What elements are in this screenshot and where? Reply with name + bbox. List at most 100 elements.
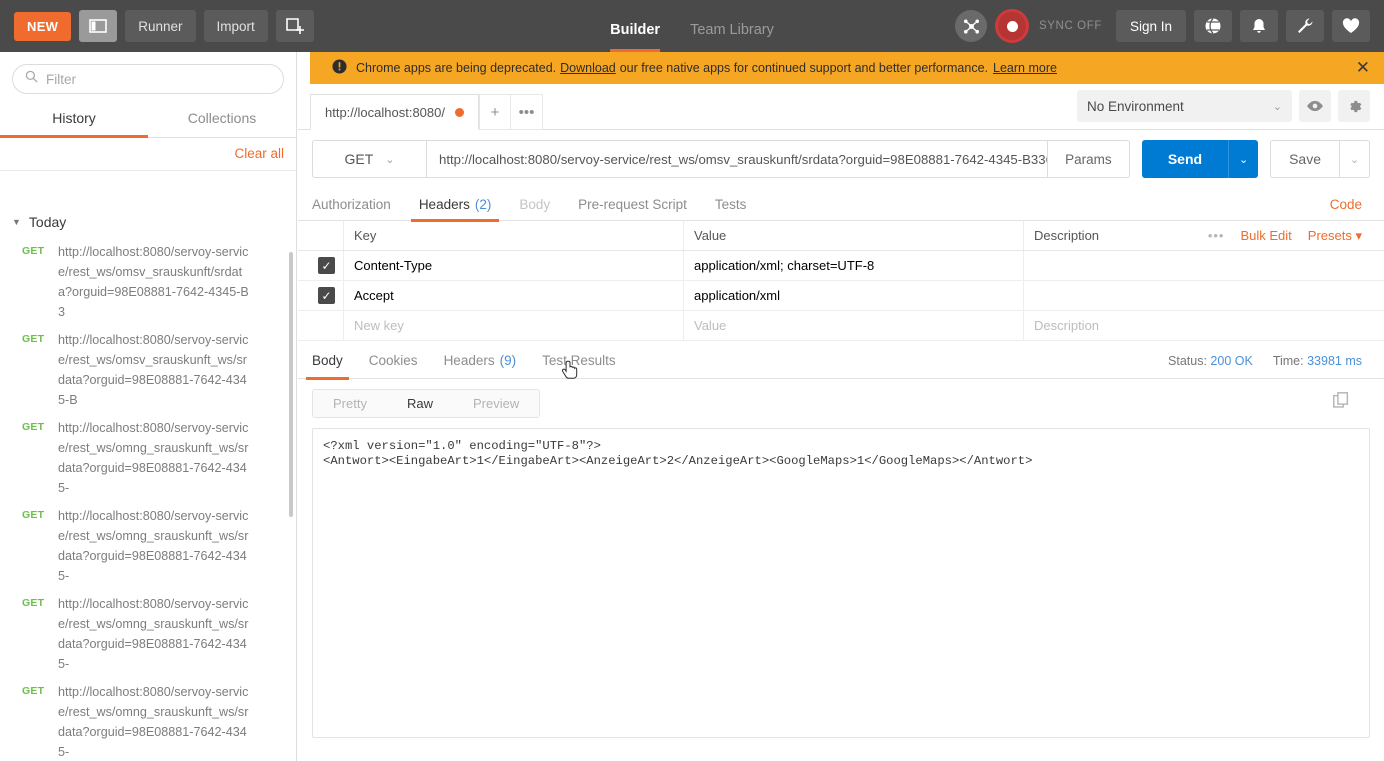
sync-status-icon[interactable]	[995, 9, 1030, 43]
import-button[interactable]: Import	[203, 10, 268, 42]
request-tab-strip: http://localhost:8080/ + ••• No Environm…	[298, 84, 1384, 130]
alert-icon	[332, 59, 347, 77]
history-list-item[interactable]: GET http://localhost:8080/servoy-service/…	[0, 414, 296, 502]
method-label: GET	[344, 151, 374, 167]
send-options-chevron-down-icon[interactable]: ⌄	[1228, 140, 1259, 178]
header-description[interactable]	[1024, 281, 1384, 310]
app-header: NEW Runner Import Builder Team Library S…	[0, 0, 1384, 52]
history-list-item[interactable]: GET http://localhost:8080/servoy-service/…	[0, 590, 296, 678]
headers-tools: ••• Bulk Edit Presets ▾	[1208, 228, 1384, 244]
plus-icon[interactable]: +	[478, 94, 511, 130]
banner-learn-more-link[interactable]: Learn more	[993, 61, 1057, 75]
chevron-down-icon[interactable]: ▼	[12, 217, 21, 227]
header-new-row[interactable]: New key Value Description	[298, 311, 1384, 341]
history-item-method: GET	[22, 421, 45, 433]
history-list-item[interactable]: GET http://localhost:8080/servoy-service/…	[0, 238, 296, 326]
new-header-value-input[interactable]: Value	[684, 311, 1024, 340]
response-tab-count: (9)	[499, 353, 517, 368]
history-list[interactable]: ▼ Today GET http://localhost:8080/servoy-…	[0, 204, 296, 761]
network-icon[interactable]	[955, 10, 988, 42]
request-tab[interactable]: http://localhost:8080/	[310, 94, 479, 130]
new-header-key-input[interactable]: New key	[344, 311, 684, 340]
tab-team-library[interactable]: Team Library	[690, 22, 774, 52]
sync-status-label: SYNC OFF	[1039, 20, 1102, 32]
save-options-chevron-down-icon[interactable]: ⌄	[1340, 140, 1370, 178]
ellipsis-icon[interactable]: •••	[510, 94, 543, 130]
header-value[interactable]: application/xml	[684, 281, 1024, 310]
response-tab-label: Test Results	[542, 353, 616, 368]
response-tab-headers[interactable]: Headers (9)	[444, 343, 517, 379]
time-indicator: Time: 33981 ms	[1273, 354, 1362, 368]
bell-icon[interactable]	[1240, 10, 1278, 42]
header-key[interactable]: Accept	[344, 281, 684, 310]
tab-builder[interactable]: Builder	[610, 22, 660, 52]
method-select[interactable]: GET ⌄	[312, 140, 427, 178]
request-subtab-headers[interactable]: Headers (2)	[410, 188, 499, 222]
subtab-label: Authorization	[312, 196, 391, 212]
sidebar-scrollbar[interactable]	[289, 252, 293, 517]
copy-icon[interactable]	[1333, 392, 1350, 415]
presets-button[interactable]: Presets ▾	[1308, 228, 1362, 244]
bulk-edit-button[interactable]: Bulk Edit	[1240, 228, 1291, 243]
header-row-checkbox[interactable]: ✓	[318, 257, 335, 274]
url-bar: GET ⌄ http://localhost:8080/servoy-servi…	[298, 130, 1384, 188]
new-window-icon[interactable]	[275, 10, 314, 42]
eye-icon[interactable]	[1299, 90, 1331, 122]
response-body-container[interactable]: <?xml version="1.0" encoding="UTF-8"?> <…	[312, 428, 1370, 738]
format-toggle-group: Pretty Raw Preview	[312, 389, 541, 418]
header-row[interactable]: ✓ Accept application/xml	[298, 281, 1384, 311]
gear-icon[interactable]	[1338, 90, 1370, 122]
header-row[interactable]: ✓ Content-Type application/xml; charset=UT…	[298, 251, 1384, 281]
subtab-label: Headers	[418, 196, 470, 212]
send-button[interactable]: Send	[1141, 140, 1229, 178]
history-list-item[interactable]: GET http://localhost:8080/servoy-service/…	[0, 678, 296, 761]
format-pretty[interactable]: Pretty	[313, 390, 387, 417]
request-subtab-authorization[interactable]: Authorization	[312, 188, 391, 221]
sidebar-tab-collections[interactable]: Collections	[148, 100, 296, 137]
request-subtab-pre-request-script[interactable]: Pre-request Script	[578, 188, 687, 221]
response-tab-test-results[interactable]: Test Results	[542, 343, 616, 379]
header-key[interactable]: Content-Type	[344, 251, 684, 280]
sign-in-button[interactable]: Sign In	[1115, 10, 1186, 42]
format-raw[interactable]: Raw	[386, 390, 453, 417]
time-label: Time:	[1272, 353, 1304, 368]
history-group-today[interactable]: ▼ Today	[0, 204, 296, 238]
status-indicator: Status: 200 OK	[1168, 354, 1253, 368]
ellipsis-icon[interactable]: •••	[1208, 228, 1225, 243]
unsaved-dot-icon	[454, 107, 464, 117]
environment-select[interactable]: No Environment ⌄	[1077, 90, 1292, 122]
headers-table-header: Key Value Description ••• Bulk Edit Pres…	[298, 221, 1384, 251]
history-list-item[interactable]: GET http://localhost:8080/servoy-service/…	[0, 326, 296, 414]
history-item-method: GET	[22, 333, 45, 345]
new-button[interactable]: NEW	[14, 11, 72, 41]
header-value[interactable]: application/xml; charset=UTF-8	[684, 251, 1024, 280]
search-input[interactable]: Filter	[12, 64, 284, 94]
banner-download-link[interactable]: Download	[560, 61, 616, 75]
header-description[interactable]	[1024, 251, 1384, 280]
response-tab-cookies[interactable]: Cookies	[369, 343, 418, 379]
heart-icon[interactable]	[1332, 10, 1370, 42]
clear-all-button[interactable]: Clear all	[234, 146, 284, 161]
header-row-checkbox[interactable]: ✓	[318, 287, 335, 304]
url-input[interactable]: http://localhost:8080/servoy-service/res…	[427, 140, 1048, 178]
new-header-description-input[interactable]: Description	[1024, 311, 1384, 340]
close-icon[interactable]: ✕	[1356, 58, 1370, 78]
time-value: 33981 ms	[1307, 353, 1362, 368]
request-subtab-tests[interactable]: Tests	[715, 188, 747, 221]
code-link[interactable]: Code	[1330, 197, 1362, 212]
format-preview[interactable]: Preview	[452, 390, 540, 417]
response-tab-label: Body	[312, 353, 343, 368]
history-item-url: http://localhost:8080/servoy-service/res…	[58, 597, 249, 671]
sidebar-layout-icon[interactable]	[79, 10, 118, 42]
request-subtab-body[interactable]: Body	[519, 188, 550, 221]
sidebar-tab-history[interactable]: History	[0, 100, 148, 138]
globe-icon[interactable]	[1194, 10, 1232, 42]
environment-selected-label: No Environment	[1087, 98, 1184, 114]
runner-button[interactable]: Runner	[125, 10, 196, 42]
wrench-icon[interactable]	[1286, 10, 1324, 42]
response-tab-body[interactable]: Body	[306, 343, 349, 380]
history-list-item[interactable]: GET http://localhost:8080/servoy-service/…	[0, 502, 296, 590]
params-button[interactable]: Params	[1047, 140, 1130, 178]
save-button[interactable]: Save	[1270, 140, 1340, 178]
request-subtabs: Authorization Headers (2) Body Pre-request S…	[298, 188, 1384, 222]
